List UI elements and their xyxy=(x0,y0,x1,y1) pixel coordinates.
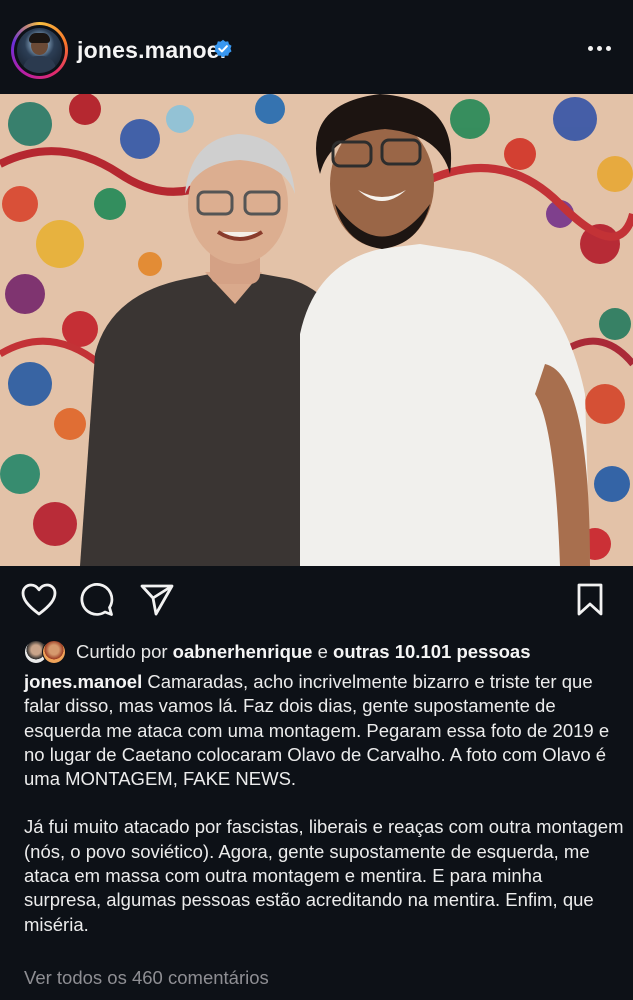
liked-by-others[interactable]: outras 10.101 pessoas xyxy=(333,641,530,663)
post-username[interactable]: jones.manoel xyxy=(77,37,226,64)
liked-by-conjunction: e xyxy=(317,641,328,662)
bookmark-icon[interactable] xyxy=(575,583,605,617)
caption-username[interactable]: jones.manoel xyxy=(24,671,142,692)
post-header: jones.manoel xyxy=(0,0,633,94)
avatar-border xyxy=(14,25,65,76)
story-ring[interactable] xyxy=(11,22,68,79)
post-actions xyxy=(0,566,633,636)
post-photo-illustration xyxy=(0,94,633,566)
liked-by-user[interactable]: oabnerhenrique xyxy=(173,641,313,663)
avatar xyxy=(42,640,66,664)
comment-icon[interactable] xyxy=(80,583,114,617)
caption-paragraph: jones.manoel Camaradas, acho incrivelmen… xyxy=(24,670,624,791)
heart-icon[interactable] xyxy=(21,583,57,617)
send-icon[interactable] xyxy=(139,583,175,617)
likes-summary[interactable]: Curtido por oabnerhenrique e outras 10.1… xyxy=(24,640,531,664)
view-all-comments-link[interactable]: Ver todos os 460 comentários xyxy=(24,967,269,989)
avatar[interactable] xyxy=(17,28,62,73)
liked-by-prefix: Curtido por xyxy=(76,641,168,662)
post-caption: jones.manoel Camaradas, acho incrivelmen… xyxy=(24,670,624,937)
more-horizontal-icon xyxy=(588,46,593,51)
more-options-button[interactable] xyxy=(584,38,614,58)
verified-badge-icon xyxy=(214,39,232,58)
post-image[interactable] xyxy=(0,94,633,566)
liked-by-avatars xyxy=(24,640,74,664)
caption-paragraph-2: Já fui muito atacado por fascistas, libe… xyxy=(24,816,624,935)
